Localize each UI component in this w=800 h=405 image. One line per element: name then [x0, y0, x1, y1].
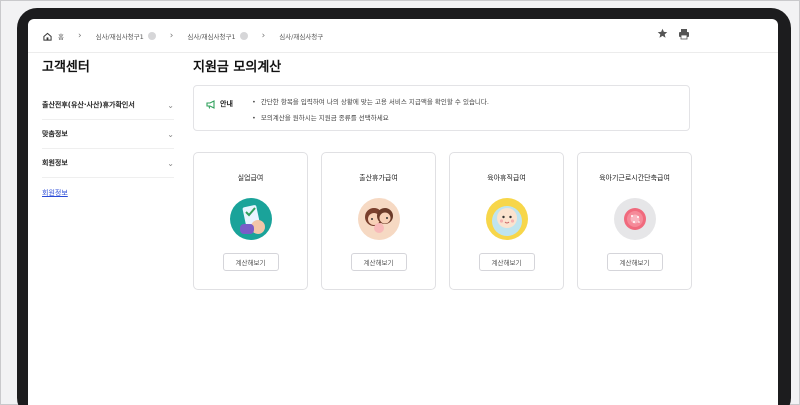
sidebar-item-custom-info[interactable]: 맞춤정보 ⌄: [42, 120, 174, 149]
card-title: 육아기근로시간단축급여: [599, 174, 670, 182]
baby-icon: [485, 198, 528, 240]
chevron-down-icon: ⌄: [167, 100, 174, 110]
chevron-down-icon: ⌄: [167, 158, 174, 168]
card-childcare-leave-benefit[interactable]: 육아휴직급여 계산해보기: [449, 152, 564, 290]
chevron-right-icon: ›: [77, 31, 82, 41]
dropdown-circle-icon[interactable]: [239, 32, 248, 40]
notice-box: 안내 간단한 항목을 입력하여 나의 상황에 맞는 고용 서비스 지급액을 확인…: [193, 85, 690, 131]
card-title: 출산휴가급여: [359, 174, 398, 182]
breadcrumb-item-current[interactable]: 심사/재심사청구: [279, 31, 323, 41]
breadcrumb-home[interactable]: 홈: [42, 31, 64, 41]
breadcrumb-item-label: 심사/재심사청구1: [95, 33, 144, 41]
chevron-right-icon: ›: [169, 31, 174, 41]
calculate-button[interactable]: 계산해보기: [350, 253, 407, 271]
maternity-icon: [357, 198, 400, 240]
breadcrumb-item[interactable]: 심사/재심사청구1: [96, 31, 156, 41]
megaphone-icon: [206, 94, 216, 113]
notice-head: 안내: [206, 94, 233, 113]
sidebar: 고객센터 출산전후(유산·사산)휴가확인서 ⌄ 맞춤정보 ⌄ 회원정보 ⌄ 회원…: [42, 57, 174, 207]
breadcrumb: 홈 › 심사/재심사청구1 › 심사/재심사청구1 › 심사/재심사청구: [42, 27, 323, 45]
notice-line: 모의계산을 원하시는 지원금 종류를 선택하세요: [252, 110, 489, 126]
calculate-button[interactable]: 계산해보기: [606, 253, 663, 271]
page-title: 지원금 모의계산: [193, 60, 282, 75]
breadcrumb-item-label: 심사/재심사청구1: [187, 33, 236, 41]
breadcrumb-home-label: 홈: [58, 33, 64, 41]
sidebar-link-member-info[interactable]: 회원정보: [42, 178, 174, 207]
breadcrumb-item-label: 심사/재심사청구: [279, 33, 324, 41]
star-icon[interactable]: [656, 27, 669, 40]
sidebar-item-leave-confirmation[interactable]: 출산전후(유산·사산)휴가확인서 ⌄: [42, 91, 174, 120]
sidebar-item-member-info[interactable]: 회원정보 ⌄: [42, 149, 174, 178]
chevron-down-icon: ⌄: [167, 129, 174, 139]
main-content: 지원금 모의계산 안내 간단한 항목을 입력하여 나의 상황에 맞는 고용 서비…: [193, 57, 693, 290]
sidebar-item-label: 회원정보: [42, 159, 68, 167]
notice-list: 간단한 항목을 입력하여 나의 상황에 맞는 고용 서비스 지급액을 확인할 수…: [252, 94, 489, 126]
sidebar-item-label: 맞춤정보: [42, 130, 68, 138]
sidebar-item-label: 회원정보: [42, 188, 68, 197]
card-reduced-hours-benefit[interactable]: 육아기근로시간단축급여 계산해보기: [577, 152, 692, 290]
notice-label: 안내: [220, 99, 233, 108]
screen: 홈 › 심사/재심사청구1 › 심사/재심사청구1 › 심사/재심사청구 고객센…: [28, 19, 778, 405]
print-icon[interactable]: [677, 27, 690, 40]
dropdown-circle-icon[interactable]: [147, 32, 156, 40]
card-unemployment-benefit[interactable]: 실업급여 계산해보기: [193, 152, 308, 290]
unemployment-icon: [229, 198, 272, 240]
breadcrumb-item[interactable]: 심사/재심사청구1: [187, 31, 248, 41]
flower-icon: [613, 198, 656, 240]
card-title: 실업급여: [237, 174, 264, 182]
calculate-button[interactable]: 계산해보기: [478, 253, 535, 271]
sidebar-item-label: 출산전후(유산·사산)휴가확인서: [42, 101, 135, 109]
subsidy-card-list: 실업급여 계산해보기 출산휴가급여 계산해보기 육아휴직급여 계산해보기 육아기…: [193, 152, 692, 290]
home-icon: [42, 31, 52, 41]
card-maternity-leave-benefit[interactable]: 출산휴가급여 계산해보기: [321, 152, 436, 290]
sidebar-title: 고객센터: [42, 60, 90, 75]
chevron-right-icon: ›: [261, 31, 266, 41]
divider: [28, 52, 778, 53]
calculate-button[interactable]: 계산해보기: [222, 253, 279, 271]
card-title: 육아휴직급여: [487, 174, 526, 182]
notice-line: 간단한 항목을 입력하여 나의 상황에 맞는 고용 서비스 지급액을 확인할 수…: [252, 94, 489, 110]
top-actions: [656, 27, 690, 40]
